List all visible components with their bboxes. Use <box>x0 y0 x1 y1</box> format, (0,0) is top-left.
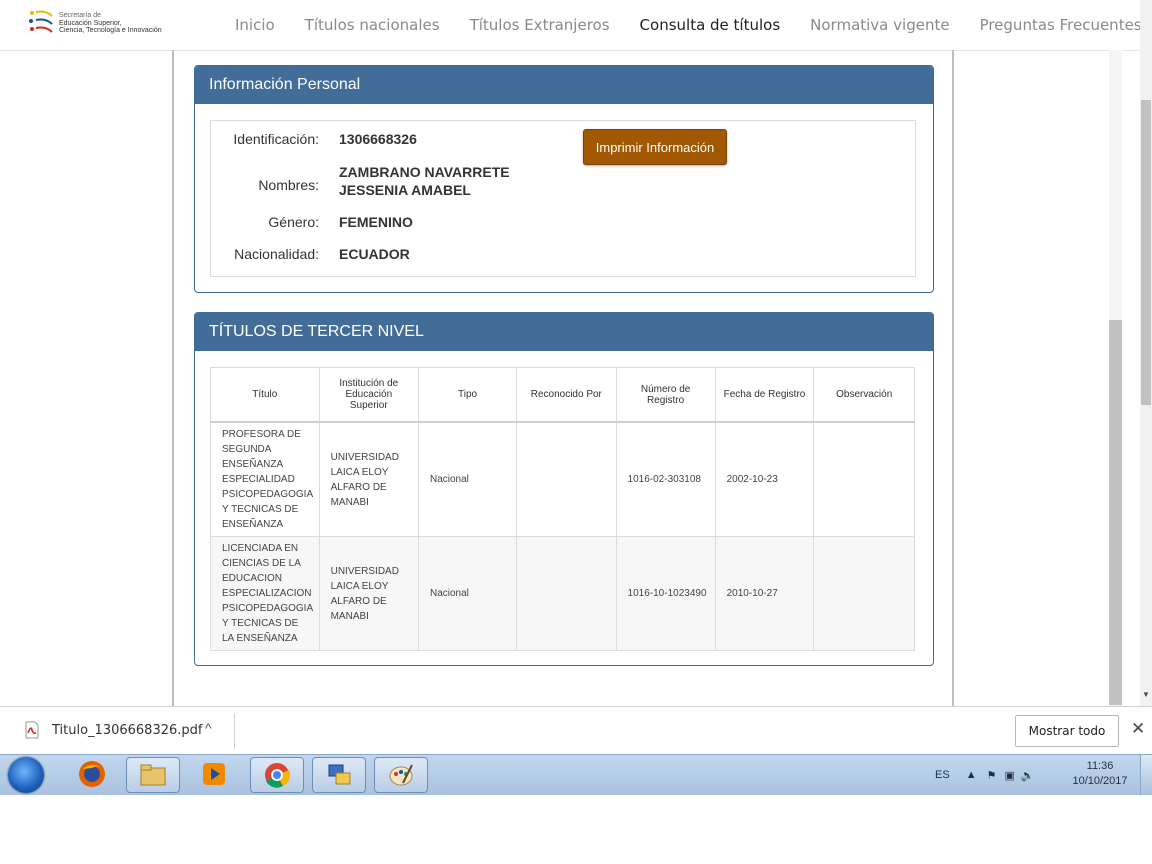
cell-numero: 1016-10-1023490 <box>615 536 716 651</box>
cell-numero: 1016-02-303108 <box>615 421 716 537</box>
titles-panel-title: TÍTULOS DE TERCER NIVEL <box>195 313 933 351</box>
cell-titulo: PROFESORA DE SEGUNDA ENSEÑANZA ESPECIALI… <box>210 421 320 537</box>
cell-fecha: 2002-10-23 <box>714 421 815 537</box>
file-explorer-icon[interactable] <box>126 757 180 793</box>
nav-titulos-extranjeros[interactable]: Títulos Extranjeros <box>455 16 625 34</box>
logo-line-3: Ciencia, Tecnología e Innovación <box>59 27 162 34</box>
header-reconocido: Reconocido Por <box>516 367 617 423</box>
inner-scrollbar-thumb[interactable] <box>1109 320 1122 705</box>
pdf-file-icon <box>25 721 39 739</box>
cell-observacion <box>813 536 915 651</box>
names-value: ZAMBRANO NAVARRETE JESSENIA AMABEL <box>339 163 510 199</box>
chevron-up-icon[interactable]: ^ <box>205 720 212 736</box>
clock-date: 10/10/2017 <box>1072 775 1128 787</box>
system-clock[interactable]: 11:36 10/10/2017 <box>1068 759 1132 789</box>
scroll-down-arrow-icon[interactable]: ▼ <box>1142 690 1150 699</box>
top-navigation: Secretaría de Educación Superior, Cienci… <box>0 0 1142 51</box>
cell-reconocido <box>516 536 617 651</box>
id-label: Identificación: <box>233 131 319 147</box>
network-icon[interactable]: ▣ <box>1004 769 1014 782</box>
nav-titulos-nacionales[interactable]: Títulos nacionales <box>290 16 455 34</box>
titles-panel: TÍTULOS DE TERCER NIVEL Título Instituci… <box>194 312 934 666</box>
firefox-icon[interactable] <box>66 757 118 791</box>
content-frame-left <box>172 50 174 706</box>
personal-info-title: Información Personal <box>195 66 933 104</box>
header-observacion: Observación <box>813 367 915 423</box>
personal-info-box: Identificación: 1306668326 Nombres: ZAMB… <box>210 120 916 277</box>
id-row: Identificación: 1306668326 <box>211 131 417 147</box>
download-file-name[interactable]: Titulo_1306668326.pdf <box>52 723 202 738</box>
close-icon[interactable]: ✕ <box>1131 719 1145 739</box>
personal-info-panel: Información Personal Identificación: 130… <box>194 65 934 293</box>
table-row: LICENCIADA EN CIENCIAS DE LA EDUCACION E… <box>210 536 915 651</box>
senescyt-logo[interactable]: Secretaría de Educación Superior, Cienci… <box>28 8 178 40</box>
chrome-icon[interactable] <box>250 757 304 793</box>
download-separator <box>234 713 235 749</box>
cell-reconocido <box>516 421 617 537</box>
header-titulo: Título <box>210 367 320 423</box>
tray-expand-icon[interactable]: ▲ <box>966 769 977 781</box>
names-line-2: JESSENIA AMABEL <box>339 182 471 198</box>
page-scrollbar-thumb[interactable] <box>1141 100 1151 405</box>
taskbar: ES ▲ ⚑ ▣ 🔈 11:36 10/10/2017 <box>0 754 1152 795</box>
media-player-icon[interactable] <box>188 757 240 791</box>
nav-inicio[interactable]: Inicio <box>220 16 290 34</box>
header-numero: Número de Registro <box>615 367 716 423</box>
table-header-row: Título Institución de Educación Superior… <box>210 367 915 423</box>
show-desktop-button[interactable] <box>1140 755 1152 795</box>
clock-time: 11:36 <box>1086 760 1114 772</box>
gender-label: Género: <box>268 214 319 230</box>
print-info-button[interactable]: Imprimir Información <box>583 129 727 165</box>
page-scrollbar[interactable]: ▼ <box>1140 0 1152 706</box>
cell-tipo: Nacional <box>417 536 518 651</box>
paint-icon[interactable] <box>374 757 428 793</box>
names-line-1: ZAMBRANO NAVARRETE <box>339 164 510 180</box>
show-all-button[interactable]: Mostrar todo <box>1015 715 1119 747</box>
nationality-row: Nacionalidad: ECUADOR <box>211 246 410 262</box>
download-bar: Titulo_1306668326.pdf ^ Mostrar todo ✕ <box>0 706 1152 755</box>
system-tray: ES ▲ ⚑ ▣ 🔈 <box>935 755 1035 795</box>
titles-table: Título Institución de Educación Superior… <box>210 367 915 651</box>
nationality-label: Nacionalidad: <box>234 246 319 262</box>
cell-tipo: Nacional <box>417 421 518 537</box>
cell-fecha: 2010-10-27 <box>714 536 815 651</box>
content-frame-right <box>952 50 954 706</box>
start-button-icon[interactable] <box>8 757 44 793</box>
cell-institucion: UNIVERSIDAD LAICA ELOY ALFARO DE MANABI <box>318 421 419 537</box>
gender-value: FEMENINO <box>339 214 413 230</box>
action-center-icon[interactable]: ⚑ <box>987 769 997 782</box>
header-tipo: Tipo <box>417 367 518 423</box>
id-value: 1306668326 <box>339 131 417 147</box>
nav-normativa-vigente[interactable]: Normativa vigente <box>795 16 964 34</box>
cell-institucion: UNIVERSIDAD LAICA ELOY ALFARO DE MANABI <box>318 536 419 651</box>
logo-text: Secretaría de Educación Superior, Cienci… <box>59 12 179 35</box>
logo-line-1: Secretaría de <box>59 12 102 19</box>
logo-line-2: Educación Superior, <box>59 19 122 27</box>
cell-observacion <box>813 421 915 537</box>
names-label: Nombres: <box>258 177 319 193</box>
cell-titulo: LICENCIADA EN CIENCIAS DE LA EDUCACION E… <box>210 536 320 651</box>
header-institucion: Institución de Educación Superior <box>318 367 419 423</box>
volume-icon[interactable]: 🔈 <box>1021 769 1035 782</box>
nav-preguntas-frecuentes[interactable]: Preguntas Frecuentes <box>965 16 1152 34</box>
language-indicator[interactable]: ES <box>935 769 950 781</box>
logo-icon <box>29 10 53 33</box>
table-row: PROFESORA DE SEGUNDA ENSEÑANZA ESPECIALI… <box>210 421 915 537</box>
main-nav: Inicio Títulos nacionales Títulos Extran… <box>220 0 1152 50</box>
gender-row: Género: FEMENINO <box>211 214 413 230</box>
network-app-icon[interactable] <box>312 757 366 793</box>
names-row: Nombres: ZAMBRANO NAVARRETE JESSENIA AMA… <box>211 163 510 199</box>
header-fecha: Fecha de Registro <box>714 367 815 423</box>
nav-consulta-de-titulos[interactable]: Consulta de títulos <box>625 16 796 34</box>
nationality-value: ECUADOR <box>339 246 410 262</box>
